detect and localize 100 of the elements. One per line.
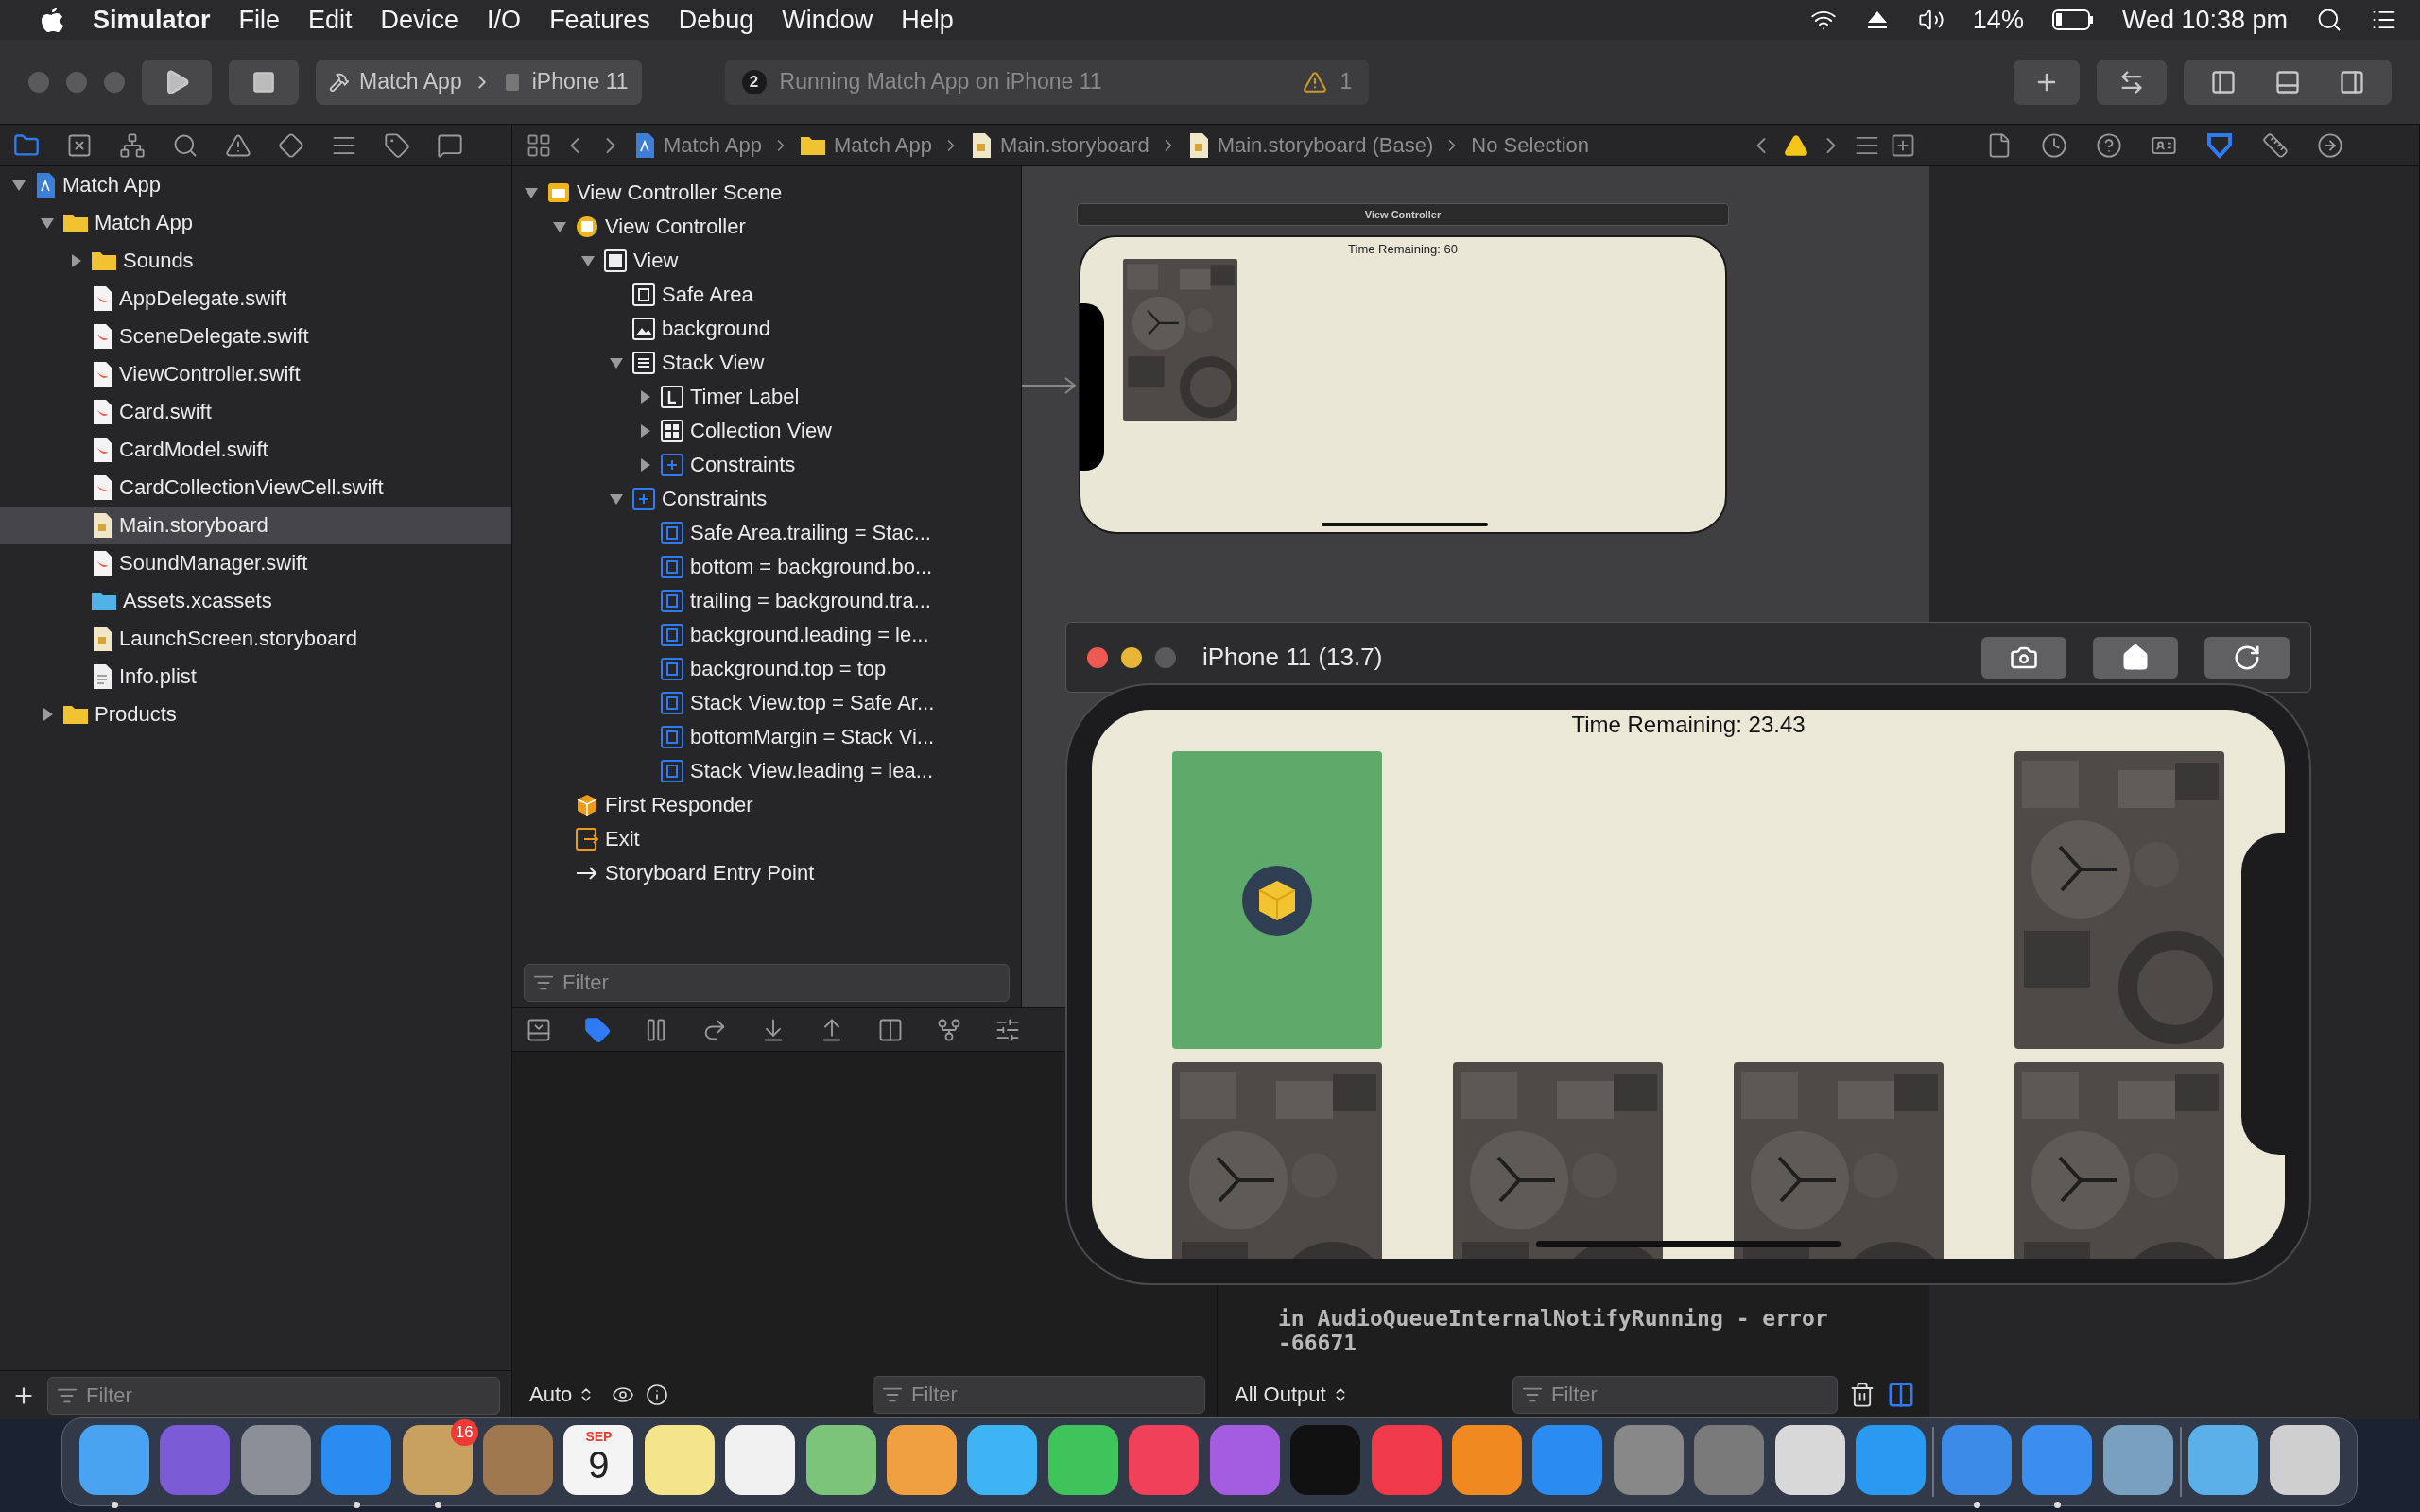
menu-item[interactable]: File bbox=[238, 5, 281, 35]
document-outline-item[interactable]: Stack View.leading = lea... bbox=[512, 754, 1021, 788]
document-outline-item[interactable]: Storyboard Entry Point bbox=[512, 856, 1021, 890]
menu-item[interactable]: Device bbox=[380, 5, 459, 35]
hierarchy-icon[interactable] bbox=[119, 131, 146, 159]
project-navigator-item[interactable]: CardCollectionViewCell.swift bbox=[0, 469, 511, 507]
breadcrumb[interactable]: No Selection bbox=[1471, 132, 1590, 158]
app-icon[interactable] bbox=[1774, 1425, 1845, 1495]
project-navigator-item[interactable]: CardModel.swift bbox=[0, 431, 511, 469]
split-view-icon[interactable] bbox=[1887, 1381, 1915, 1409]
battery-icon[interactable] bbox=[2051, 9, 2094, 30]
app-icon[interactable] bbox=[887, 1425, 958, 1495]
app-icon[interactable] bbox=[2102, 1425, 2173, 1495]
library-button[interactable] bbox=[2014, 59, 2080, 105]
menu-item[interactable]: Help bbox=[901, 5, 954, 35]
connections-icon[interactable] bbox=[2317, 131, 2343, 159]
ruler-icon[interactable] bbox=[2262, 131, 2289, 159]
scope-selector[interactable]: Auto bbox=[524, 1383, 601, 1407]
project-navigator-item[interactable]: SoundManager.swift bbox=[0, 544, 511, 582]
app-menu[interactable]: Simulator bbox=[93, 5, 211, 35]
filter-field[interactable]: Filter bbox=[873, 1376, 1205, 1414]
menu-item[interactable]: Edit bbox=[308, 5, 353, 35]
project-navigator-item[interactable]: Info.plist bbox=[0, 658, 511, 696]
project-navigator-item[interactable]: Match App bbox=[0, 166, 511, 204]
scheme-selector[interactable]: Match App iPhone 11 bbox=[316, 59, 642, 105]
output-selector[interactable]: All Output bbox=[1229, 1383, 1355, 1407]
breakpoint-icon[interactable] bbox=[584, 1016, 611, 1043]
code-review-button[interactable] bbox=[2097, 59, 2167, 105]
document-outline-item[interactable]: Constraints bbox=[512, 448, 1021, 482]
folder-icon[interactable] bbox=[13, 131, 40, 159]
storyboard-device[interactable]: Time Remaining: 60 bbox=[1079, 235, 1727, 534]
menu-item[interactable]: I/O bbox=[487, 5, 522, 35]
document-outline-item[interactable]: Constraints bbox=[512, 482, 1021, 516]
filter-field[interactable]: Filter bbox=[524, 964, 1010, 1002]
breadcrumb[interactable]: Main.storyboard (Base) bbox=[1186, 131, 1434, 159]
document-outline-item[interactable]: View Controller bbox=[512, 210, 1021, 244]
document-outline-item[interactable]: bottom = background.bo... bbox=[512, 550, 1021, 584]
document-outline-item[interactable]: Safe Area bbox=[512, 278, 1021, 312]
project-navigator-item[interactable]: SceneDelegate.swift bbox=[0, 318, 511, 355]
app-icon[interactable] bbox=[2269, 1425, 2340, 1495]
rotate-button[interactable] bbox=[2204, 636, 2290, 679]
app-icon[interactable] bbox=[725, 1425, 796, 1495]
document-outline-item[interactable]: bottomMargin = Stack Vi... bbox=[512, 720, 1021, 754]
breadcrumb[interactable]: Match App bbox=[799, 132, 932, 158]
document-outline-item[interactable]: Safe Area.trailing = Stac... bbox=[512, 516, 1021, 550]
menu-item[interactable]: Window bbox=[782, 5, 873, 35]
panel-toggles[interactable] bbox=[2184, 59, 2392, 105]
diamond-icon[interactable] bbox=[278, 131, 304, 159]
run-button[interactable] bbox=[142, 59, 212, 105]
project-navigator-item[interactable]: Products bbox=[0, 696, 511, 733]
scene-title[interactable]: View Controller bbox=[1077, 203, 1729, 226]
shield-icon[interactable] bbox=[2205, 130, 2234, 160]
info-icon[interactable] bbox=[646, 1383, 669, 1406]
calendar-icon[interactable]: SEP 9 bbox=[563, 1425, 634, 1495]
document-outline-item[interactable]: First Responder bbox=[512, 788, 1021, 822]
document-outline-item[interactable]: background bbox=[512, 312, 1021, 346]
app-icon[interactable] bbox=[79, 1425, 149, 1495]
filter-field[interactable]: Filter bbox=[1512, 1376, 1838, 1414]
app-icon[interactable] bbox=[1047, 1425, 1118, 1495]
breadcrumb[interactable]: Main.storyboard bbox=[969, 131, 1150, 159]
document-outline-item[interactable]: Exit bbox=[512, 822, 1021, 856]
stop-button[interactable] bbox=[229, 59, 299, 105]
minimize-button[interactable] bbox=[1121, 646, 1142, 668]
apple-logo[interactable] bbox=[40, 6, 64, 34]
app-icon[interactable] bbox=[967, 1425, 1038, 1495]
app-icon[interactable] bbox=[644, 1425, 715, 1495]
project-navigator-item[interactable]: Card.swift bbox=[0, 393, 511, 431]
document-outline-item[interactable]: background.leading = le... bbox=[512, 618, 1021, 652]
help-icon[interactable] bbox=[2096, 131, 2122, 159]
menu-item[interactable]: Debug bbox=[678, 5, 754, 35]
card-front[interactable] bbox=[1172, 751, 1382, 1049]
project-navigator-item[interactable]: Match App bbox=[0, 204, 511, 242]
app-icon[interactable] bbox=[1451, 1425, 1522, 1495]
warning-icon[interactable] bbox=[1784, 132, 1808, 158]
app-icon[interactable] bbox=[2188, 1425, 2259, 1495]
app-icon[interactable] bbox=[402, 1425, 473, 1495]
document-outline-item[interactable]: Collection View bbox=[512, 414, 1021, 448]
close-button[interactable] bbox=[1087, 646, 1108, 668]
screenshot-button[interactable] bbox=[1981, 636, 2066, 679]
clock-icon[interactable] bbox=[2041, 131, 2067, 159]
menu-clock[interactable]: Wed 10:38 pm bbox=[2121, 5, 2288, 35]
document-outline-item[interactable]: trailing = background.tra... bbox=[512, 584, 1021, 618]
filter-field[interactable]: Filter bbox=[47, 1376, 500, 1415]
app-icon[interactable] bbox=[805, 1425, 876, 1495]
project-navigator-item[interactable]: AppDelegate.swift bbox=[0, 280, 511, 318]
trash-icon[interactable] bbox=[1849, 1382, 1876, 1408]
search-icon[interactable] bbox=[2316, 7, 2342, 33]
project-navigator-item[interactable]: LaunchScreen.storyboard bbox=[0, 620, 511, 658]
project-navigator-item[interactable]: ViewController.swift bbox=[0, 355, 511, 393]
document-outline-item[interactable]: View bbox=[512, 244, 1021, 278]
tag-icon[interactable] bbox=[384, 131, 410, 159]
document-outline-item[interactable]: background.top = top bbox=[512, 652, 1021, 686]
document-outline-item[interactable]: Stack View bbox=[512, 346, 1021, 380]
document-outline-item[interactable]: View Controller Scene bbox=[512, 176, 1021, 210]
menu-item[interactable]: Features bbox=[549, 5, 650, 35]
project-navigator-item[interactable]: Sounds bbox=[0, 242, 511, 280]
document-outline-item[interactable]: Timer Label bbox=[512, 380, 1021, 414]
document-outline-item[interactable]: Stack View.top = Safe Ar... bbox=[512, 686, 1021, 720]
home-button[interactable] bbox=[2093, 636, 2178, 679]
breadcrumb[interactable]: Match App bbox=[633, 131, 762, 159]
